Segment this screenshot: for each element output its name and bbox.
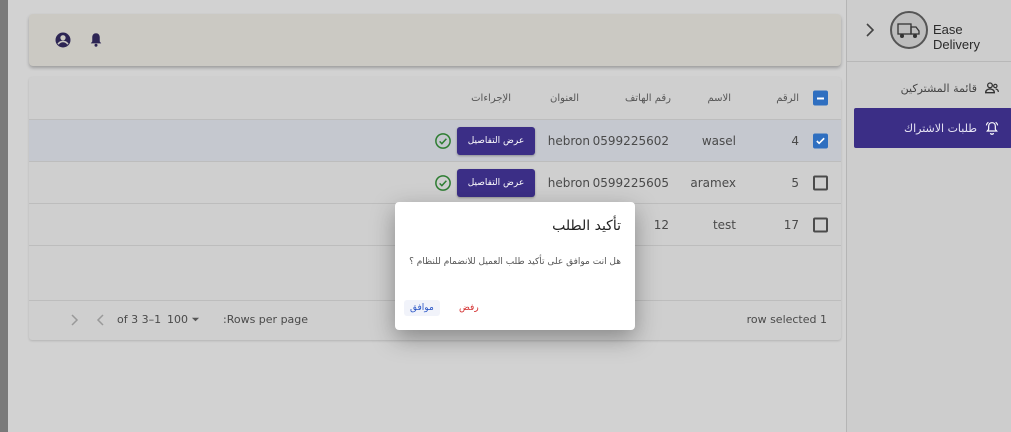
- sidebar-item-subscription-requests[interactable]: طلبات الاشتراك: [854, 108, 1011, 148]
- previous-page-icon[interactable]: [96, 314, 106, 326]
- approve-icon[interactable]: [434, 174, 452, 192]
- cell-name: wasel: [701, 133, 736, 148]
- cell-phone: 0599225602: [592, 133, 669, 148]
- sidebar-item-subscribers[interactable]: قائمة المشتركين: [847, 68, 1011, 108]
- view-details-button[interactable]: عرض التفاصيل: [457, 126, 535, 155]
- sidebar-header: Ease Delivery: [847, 0, 1011, 62]
- cell-address: hebron: [547, 133, 590, 148]
- column-header-actions: الإجراءات: [471, 92, 511, 104]
- chevron-right-icon[interactable]: [865, 23, 875, 37]
- account-circle-icon[interactable]: [54, 31, 72, 49]
- column-header-number[interactable]: الرقم: [776, 77, 799, 119]
- next-page-icon[interactable]: [69, 314, 79, 326]
- row-checkbox[interactable]: [813, 133, 828, 148]
- sidebar-item-label: طلبات الاشتراك: [904, 121, 977, 135]
- table-row[interactable]: 4 wasel 0599225602 hebron عرض التفاصيل: [29, 120, 841, 162]
- selected-count: row selected 1: [746, 313, 827, 326]
- column-header-phone[interactable]: رقم الهاتف: [625, 77, 671, 119]
- dialog-title: تأكيد الطلب: [552, 218, 621, 234]
- cell-phone: 0599225605: [592, 175, 669, 190]
- cell-name: test: [712, 217, 736, 232]
- rows-per-page-value: 100: [167, 313, 188, 326]
- sidebar: Ease Delivery قائمة المشتركين طلبات الاش…: [846, 0, 1011, 432]
- users-icon: [984, 82, 999, 94]
- table-header-row: الرقم الاسم رقم الهاتف العنوان الإجراءات: [29, 77, 841, 120]
- rows-per-page-select[interactable]: 100: [167, 313, 200, 326]
- delivery-truck-icon: [897, 23, 920, 38]
- cell-number: 17: [783, 217, 799, 232]
- row-checkbox[interactable]: [813, 217, 828, 232]
- cell-number: 5: [791, 175, 799, 190]
- brand-name: Ease Delivery: [933, 22, 980, 52]
- confirm-dialog: تأكيد الطلب هل انت موافق على تأكيد طلب ا…: [395, 202, 635, 330]
- table-row[interactable]: 5 aramex 0599225605 hebron عرض التفاصيل: [29, 162, 841, 204]
- cell-number: 4: [791, 133, 799, 148]
- cell-address: hebron: [547, 175, 590, 190]
- cell-name: aramex: [690, 175, 736, 190]
- bell-ring-icon: [985, 121, 999, 135]
- sidebar-item-label: قائمة المشتركين: [900, 81, 977, 95]
- brand-logo: [890, 11, 928, 49]
- window-edge: [0, 0, 8, 432]
- confirm-button[interactable]: موافق: [404, 300, 440, 316]
- column-header-address[interactable]: العنوان: [550, 77, 579, 119]
- row-checkbox[interactable]: [813, 175, 828, 190]
- column-header-name[interactable]: الاسم: [707, 77, 731, 119]
- pagination-range: of 3 3–1: [117, 313, 162, 326]
- reject-button[interactable]: رفض: [453, 300, 485, 316]
- cell-phone: 12: [653, 217, 669, 232]
- bell-icon[interactable]: [87, 31, 105, 49]
- select-all-checkbox[interactable]: [813, 90, 828, 106]
- rows-per-page-label: :Rows per page: [223, 313, 309, 326]
- dialog-message: هل انت موافق على تأكيد طلب العميل للانضم…: [409, 257, 621, 267]
- caret-down-icon: [191, 317, 200, 322]
- approve-icon[interactable]: [434, 132, 452, 150]
- view-details-button[interactable]: عرض التفاصيل: [457, 168, 535, 197]
- top-app-bar: [29, 14, 841, 66]
